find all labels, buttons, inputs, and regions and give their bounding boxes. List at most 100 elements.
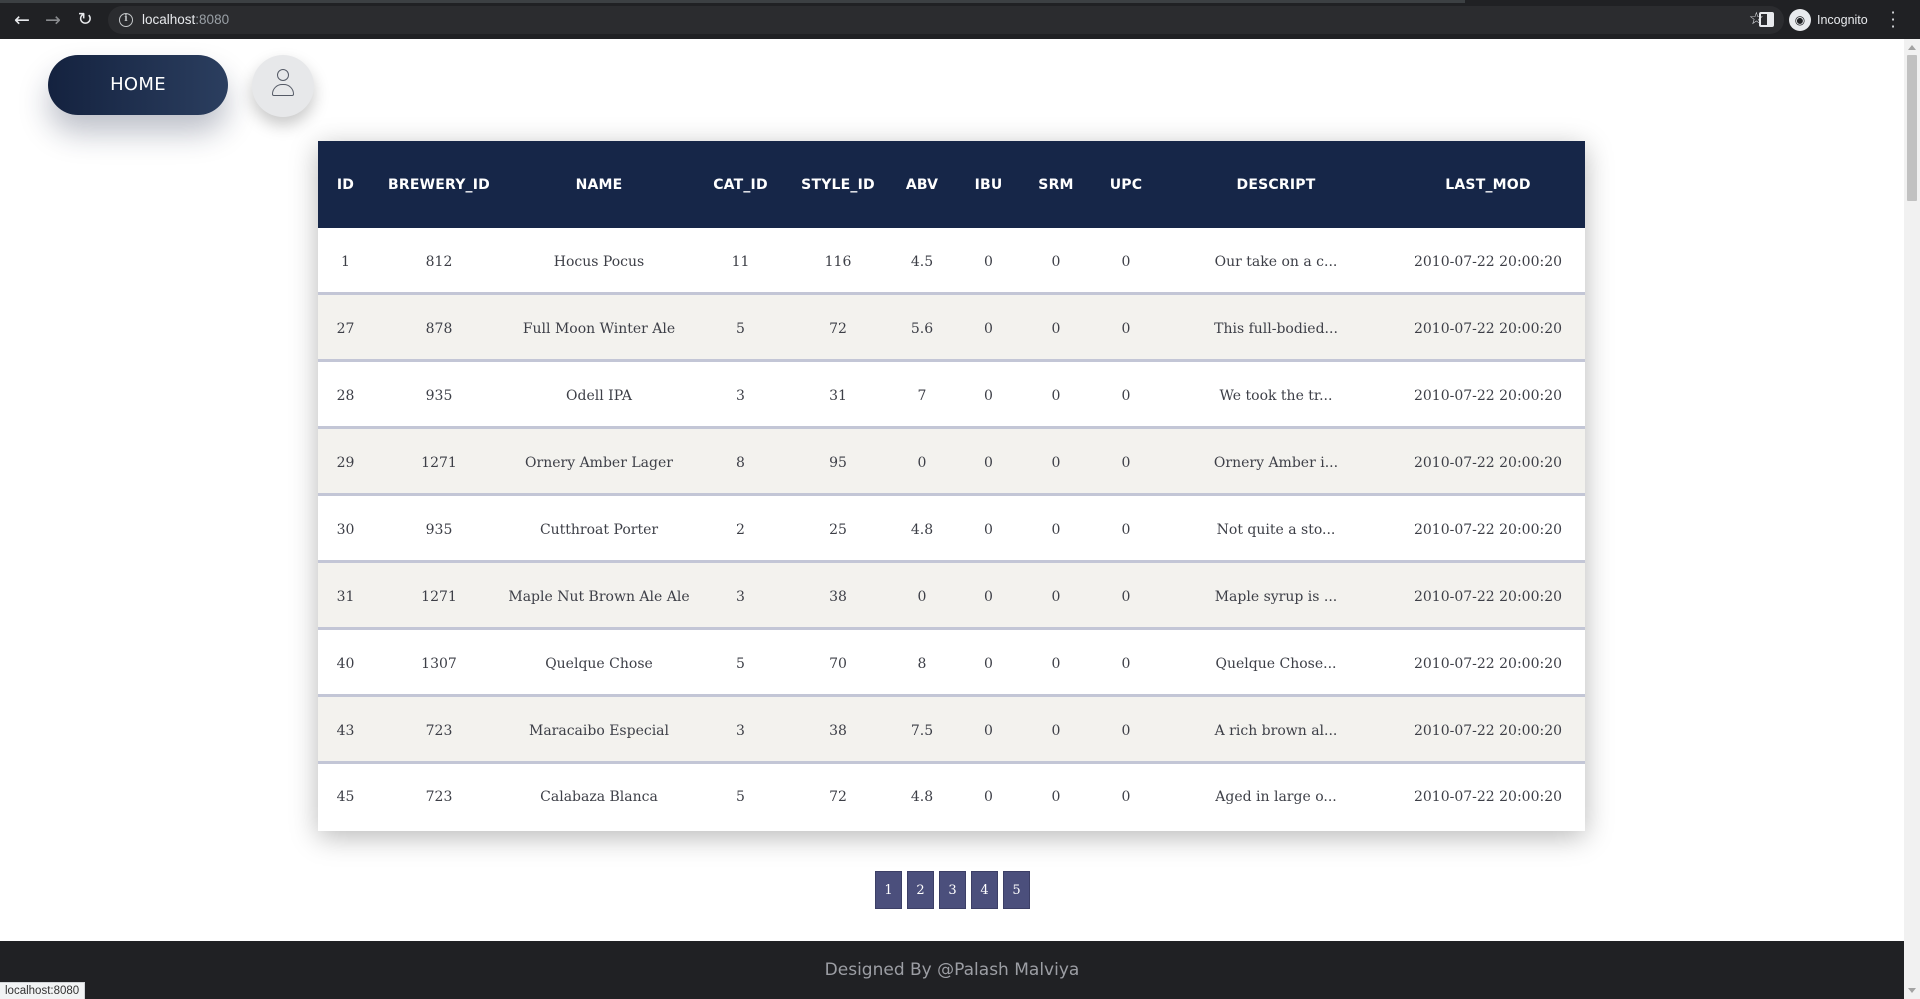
cell-last-mod: 2010-07-22 20:00:20 xyxy=(1413,789,1563,805)
cell-cat-id: 2 xyxy=(736,521,745,538)
column-header-abv: ABV xyxy=(905,176,939,193)
home-button[interactable]: HOME xyxy=(48,55,228,115)
cell-brewery-id: 812 xyxy=(425,253,453,270)
cell-abv: 7 xyxy=(917,387,927,404)
scrollbar-thumb[interactable] xyxy=(1907,55,1917,201)
cell-name: Odell IPA xyxy=(566,387,632,404)
column-header-id: ID xyxy=(336,176,355,193)
page-button-1[interactable]: 1 xyxy=(875,871,902,909)
cell-id: 1 xyxy=(341,253,350,270)
column-header-ibu: IBU xyxy=(974,176,1003,193)
cell-id: 45 xyxy=(336,789,355,805)
cell-last-mod: 2010-07-22 20:00:20 xyxy=(1413,253,1563,270)
cell-upc: 0 xyxy=(1121,320,1131,337)
cell-id: 43 xyxy=(336,722,355,739)
site-info-icon[interactable]: i xyxy=(119,13,133,27)
column-header-cat-id: CAT_ID xyxy=(713,176,768,193)
cell-last-mod: 2010-07-22 20:00:20 xyxy=(1413,454,1563,471)
browser-toolbar: ← → ↻ i localhost:8080 ☆ ◉ Incognito · · · xyxy=(0,0,1920,39)
cell-ibu: 0 xyxy=(984,387,993,404)
cell-cat-id: 8 xyxy=(736,454,745,471)
cell-cat-id: 5 xyxy=(736,320,745,337)
table-row[interactable]: 43 723 Maracaibo Especial 3 38 7.5 0 0 0 A rich b… xyxy=(318,697,1585,764)
cell-upc: 0 xyxy=(1121,521,1131,538)
table-row[interactable]: 30 935 Cutthroat Porter 2 25 4.8 0 0 0 Not quite … xyxy=(318,496,1585,563)
side-panel-icon[interactable] xyxy=(1759,12,1774,27)
table-row[interactable]: 31 1271 Maple Nut Brown Ale Ale 3 38 0 0 0 0 Mapl… xyxy=(318,563,1585,630)
cell-descript: We took the tr... xyxy=(1219,387,1333,404)
column-header-srm: SRM xyxy=(1038,176,1074,193)
cell-upc: 0 xyxy=(1121,722,1131,739)
cell-descript: Aged in large o... xyxy=(1215,789,1337,805)
page-button-3[interactable]: 3 xyxy=(939,871,966,909)
cell-abv: 4.8 xyxy=(910,521,934,538)
cell-id: 31 xyxy=(336,588,355,605)
cell-last-mod: 2010-07-22 20:00:20 xyxy=(1413,722,1563,739)
incognito-label: Incognito xyxy=(1817,13,1868,27)
cell-abv: 8 xyxy=(917,655,927,672)
cell-srm: 0 xyxy=(1051,655,1061,672)
cell-descript: A rich brown al... xyxy=(1214,722,1338,739)
cell-id: 28 xyxy=(336,387,355,404)
cell-ibu: 0 xyxy=(984,253,993,270)
cell-style-id: 72 xyxy=(829,320,847,337)
table-row[interactable]: 40 1307 Quelque Chose 5 70 8 0 0 0 Quelque Chose.… xyxy=(318,630,1585,697)
table-row[interactable]: 27 878 Full Moon Winter Ale 5 72 5.6 0 0 0 This f… xyxy=(318,295,1585,362)
column-header-brewery-id: BREWERY_ID xyxy=(387,176,490,193)
cell-name: Quelque Chose xyxy=(545,655,653,672)
cell-cat-id: 11 xyxy=(731,253,750,270)
cell-last-mod: 2010-07-22 20:00:20 xyxy=(1413,320,1563,337)
table-row[interactable]: 29 1271 Ornery Amber Lager 8 95 0 0 0 0 Ornery Am… xyxy=(318,429,1585,496)
cell-descript: Our take on a c... xyxy=(1214,253,1338,270)
table-header-row: ID BREWERY_ID NAME CAT_ID STYLE_ID ABV IBU SRM U… xyxy=(318,141,1585,228)
cell-abv: 0 xyxy=(917,454,927,471)
reload-icon[interactable]: ↻ xyxy=(73,8,97,32)
cell-srm: 0 xyxy=(1051,521,1061,538)
cell-style-id: 70 xyxy=(829,655,847,672)
cell-name: Calabaza Blanca xyxy=(540,789,658,805)
user-icon xyxy=(272,69,294,101)
table-row[interactable]: 45 723 Calabaza Blanca 5 72 4.8 0 0 0 Aged in lar… xyxy=(318,764,1585,830)
scroll-down-arrow-icon[interactable] xyxy=(1908,988,1916,993)
page-button-4[interactable]: 4 xyxy=(971,871,998,909)
cell-id: 29 xyxy=(336,454,355,471)
column-header-last-mod: LAST_MOD xyxy=(1445,176,1531,193)
cell-ibu: 0 xyxy=(984,454,993,471)
page-scrollbar[interactable] xyxy=(1904,39,1920,999)
forward-arrow-icon[interactable]: → xyxy=(41,8,65,32)
footer-credit: Designed By @Palash Malviya xyxy=(824,960,1080,980)
address-bar[interactable]: i localhost:8080 ☆ xyxy=(108,6,1784,34)
cell-abv: 5.6 xyxy=(910,320,934,337)
browser-menu-icon[interactable]: · · · xyxy=(1888,5,1898,35)
cell-style-id: 25 xyxy=(829,521,847,538)
table-row[interactable]: 1 812 Hocus Pocus 11 116 4.5 0 0 0 Our take on a … xyxy=(318,228,1585,295)
cell-style-id: 31 xyxy=(829,387,847,404)
cell-srm: 0 xyxy=(1051,722,1061,739)
cell-brewery-id: 723 xyxy=(425,789,453,805)
cell-abv: 7.5 xyxy=(910,722,934,739)
cell-name: Maracaibo Especial xyxy=(528,722,670,739)
cell-style-id: 38 xyxy=(829,588,847,605)
footer: Designed By @Palash Malviya xyxy=(0,941,1904,999)
cell-ibu: 0 xyxy=(984,588,993,605)
column-header-style-id: STYLE_ID xyxy=(801,176,875,193)
table-row[interactable]: 28 935 Odell IPA 3 31 7 0 0 0 We took the tr... 20… xyxy=(318,362,1585,429)
incognito-profile-button[interactable]: ◉ Incognito xyxy=(1789,8,1868,32)
page-button-2[interactable]: 2 xyxy=(907,871,934,909)
cell-descript: Ornery Amber i... xyxy=(1213,454,1339,471)
cell-brewery-id: 935 xyxy=(425,521,453,538)
cell-abv: 4.8 xyxy=(910,789,934,805)
url-port: :8080 xyxy=(195,12,230,27)
user-profile-button[interactable] xyxy=(252,55,314,117)
beers-table: ID BREWERY_ID NAME CAT_ID STYLE_ID ABV IBU SRM U… xyxy=(318,141,1585,830)
scroll-up-arrow-icon[interactable] xyxy=(1908,45,1916,50)
cell-cat-id: 3 xyxy=(736,722,745,739)
cell-cat-id: 5 xyxy=(736,655,745,672)
cell-style-id: 72 xyxy=(829,789,847,805)
cell-brewery-id: 935 xyxy=(425,387,453,404)
back-arrow-icon[interactable]: ← xyxy=(10,8,34,32)
page-button-5[interactable]: 5 xyxy=(1003,871,1030,909)
cell-last-mod: 2010-07-22 20:00:20 xyxy=(1413,655,1563,672)
cell-srm: 0 xyxy=(1051,789,1061,805)
cell-brewery-id: 878 xyxy=(425,320,453,337)
